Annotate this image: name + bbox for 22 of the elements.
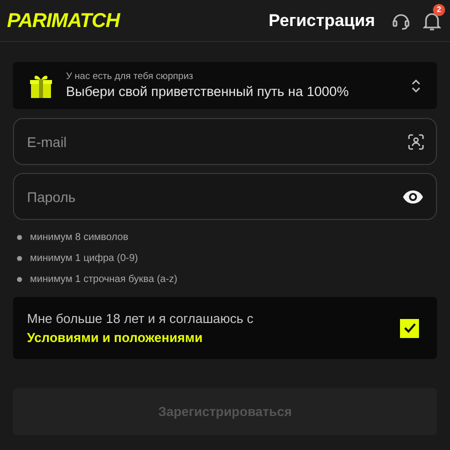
- terms-text: Мне больше 18 лет и я соглашаюсь с Условиями и положениями: [27, 310, 254, 347]
- terms-link[interactable]: Условиями и положениями: [27, 330, 203, 345]
- email-field[interactable]: E-mail: [13, 118, 437, 165]
- bell-icon[interactable]: [423, 10, 441, 30]
- password-rule: минимум 1 строчная буква (a-z): [30, 272, 178, 286]
- eye-icon[interactable]: [402, 190, 424, 204]
- password-rule: минимум 1 цифра (0-9): [30, 252, 138, 266]
- logo[interactable]: PARIMATCH: [7, 6, 120, 36]
- rule-bullet-icon: [17, 234, 22, 240]
- promo-title: Выбери свой приветственный путь на 1000%: [66, 83, 350, 101]
- face-scan-icon[interactable]: [408, 134, 424, 150]
- page-title: Регистрация: [268, 10, 375, 32]
- password-field[interactable]: Пароль: [13, 173, 437, 220]
- chevron-updown-icon: [411, 78, 421, 92]
- rule-bullet-icon: [17, 276, 22, 282]
- check-icon: [404, 323, 416, 333]
- rule-bullet-icon: [17, 256, 22, 260]
- terms-checkbox[interactable]: [400, 318, 419, 338]
- notification-badge: 2: [433, 4, 445, 16]
- password-rule: минимум 8 символов: [30, 230, 128, 244]
- promo-caption: У нас есть для тебя сюрприз: [66, 70, 194, 83]
- promo-selector[interactable]: У нас есть для тебя сюрприз Выбери свой приветственный путь на 1000%: [13, 62, 437, 109]
